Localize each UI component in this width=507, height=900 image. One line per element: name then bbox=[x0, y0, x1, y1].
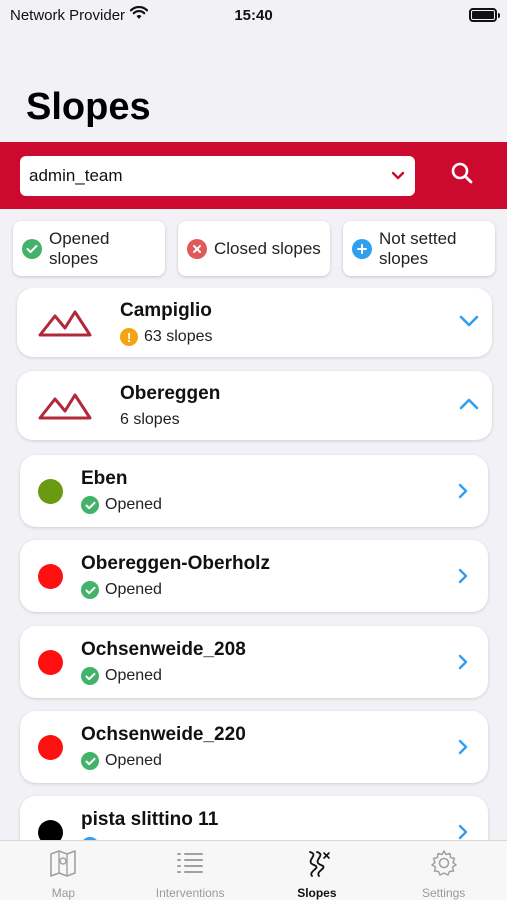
chevron-down-icon[interactable] bbox=[459, 314, 479, 332]
tab-map-label: Map bbox=[51, 886, 76, 900]
filter-opened-button[interactable]: Opened slopes bbox=[13, 221, 165, 276]
area-slope-count: ! 63 slopes bbox=[120, 328, 213, 346]
area-name: Campiglio bbox=[120, 300, 212, 321]
search-button[interactable] bbox=[441, 155, 483, 197]
team-select-value: admin_team bbox=[29, 165, 123, 185]
chevron-right-icon bbox=[458, 483, 468, 504]
slope-row[interactable]: Eben Opened bbox=[20, 455, 488, 527]
close-circle-icon bbox=[187, 238, 207, 259]
check-circle-icon bbox=[81, 752, 99, 770]
mountain-icon bbox=[38, 306, 92, 343]
team-select[interactable]: admin_team bbox=[20, 155, 415, 196]
slope-status: Opened bbox=[81, 752, 162, 770]
slopes-list[interactable]: Campiglio ! 63 slopes Obereggen 6 slopes… bbox=[0, 288, 507, 840]
slopes-icon bbox=[302, 849, 332, 882]
search-icon bbox=[451, 162, 473, 189]
slope-row[interactable]: Ochsenweide_208 Opened bbox=[20, 626, 488, 698]
chevron-right-icon bbox=[458, 824, 468, 840]
warning-icon: ! bbox=[120, 328, 138, 346]
area-card-campiglio[interactable]: Campiglio ! 63 slopes bbox=[17, 288, 492, 357]
chevron-right-icon bbox=[458, 739, 468, 760]
tab-bar: Map Interventions Slopes Settings bbox=[0, 840, 507, 900]
status-filters: Opened slopes Closed slopes Not setted s… bbox=[13, 221, 495, 276]
plus-circle-icon bbox=[352, 238, 372, 259]
slope-name: Ochsenweide_220 bbox=[81, 724, 246, 745]
tab-slopes[interactable]: Slopes bbox=[254, 841, 381, 900]
slope-row[interactable]: Obereggen-Oberholz Opened bbox=[20, 540, 488, 612]
battery-icon bbox=[469, 8, 500, 22]
slope-status-label: Opened bbox=[105, 667, 162, 684]
slope-name: Obereggen-Oberholz bbox=[81, 553, 270, 574]
slope-difficulty-dot bbox=[38, 735, 63, 760]
status-time: 15:40 bbox=[234, 6, 273, 24]
filter-closed-label: Closed slopes bbox=[214, 238, 321, 258]
slope-status: Opened bbox=[81, 581, 162, 599]
tab-interventions-label: Interventions bbox=[155, 886, 225, 900]
slope-status: Opened bbox=[81, 667, 162, 685]
chevron-down-icon bbox=[391, 166, 405, 186]
tab-settings[interactable]: Settings bbox=[380, 841, 507, 900]
slope-status-label: Opened bbox=[105, 752, 162, 769]
status-left: Network Provider bbox=[10, 5, 170, 24]
filter-closed-button[interactable]: Closed slopes bbox=[178, 221, 330, 276]
area-card-obereggen[interactable]: Obereggen 6 slopes bbox=[17, 371, 492, 440]
tab-slopes-label: Slopes bbox=[297, 886, 337, 900]
chevron-right-icon bbox=[458, 654, 468, 675]
slope-difficulty-dot bbox=[38, 650, 63, 675]
search-band: admin_team bbox=[0, 142, 507, 209]
mountain-icon bbox=[38, 389, 92, 426]
slope-difficulty-dot bbox=[38, 820, 63, 840]
area-count-label: 63 slopes bbox=[144, 328, 213, 345]
filter-not-setted-label: Not setted slopes bbox=[379, 228, 457, 268]
slope-name: Ochsenweide_208 bbox=[81, 639, 246, 660]
slope-row[interactable]: Ochsenweide_220 Opened bbox=[20, 711, 488, 783]
map-icon bbox=[48, 849, 78, 882]
area-name: Obereggen bbox=[120, 383, 221, 404]
slope-name: pista slittino 11 bbox=[81, 809, 219, 830]
slope-status: Opened bbox=[81, 496, 162, 514]
wifi-icon bbox=[129, 5, 149, 24]
page-title: Slopes bbox=[26, 86, 151, 128]
status-right bbox=[337, 8, 500, 22]
carrier-label: Network Provider bbox=[10, 6, 126, 24]
area-slope-count: 6 slopes bbox=[120, 411, 180, 429]
filter-not-setted-button[interactable]: Not setted slopes bbox=[343, 221, 495, 276]
tab-map[interactable]: Map bbox=[0, 841, 127, 900]
list-icon bbox=[175, 849, 205, 882]
check-circle-icon bbox=[22, 238, 42, 259]
check-circle-icon bbox=[81, 667, 99, 685]
slope-name: Eben bbox=[81, 468, 128, 489]
check-circle-icon bbox=[81, 581, 99, 599]
slope-row[interactable]: pista slittino 11 bbox=[20, 796, 488, 840]
chevron-up-icon[interactable] bbox=[459, 397, 479, 415]
tab-settings-label: Settings bbox=[421, 886, 466, 900]
slope-status-label: Opened bbox=[105, 496, 162, 513]
slope-status-label: Opened bbox=[105, 581, 162, 598]
area-count-label: 6 slopes bbox=[120, 411, 180, 428]
check-circle-icon bbox=[81, 496, 99, 514]
gear-icon bbox=[429, 849, 459, 882]
chevron-right-icon bbox=[458, 568, 468, 589]
tab-interventions[interactable]: Interventions bbox=[127, 841, 254, 900]
slope-difficulty-dot bbox=[38, 479, 63, 504]
filter-opened-label: Opened slopes bbox=[49, 228, 110, 268]
status-bar: Network Provider 15:40 bbox=[0, 0, 507, 30]
slope-difficulty-dot bbox=[38, 564, 63, 589]
